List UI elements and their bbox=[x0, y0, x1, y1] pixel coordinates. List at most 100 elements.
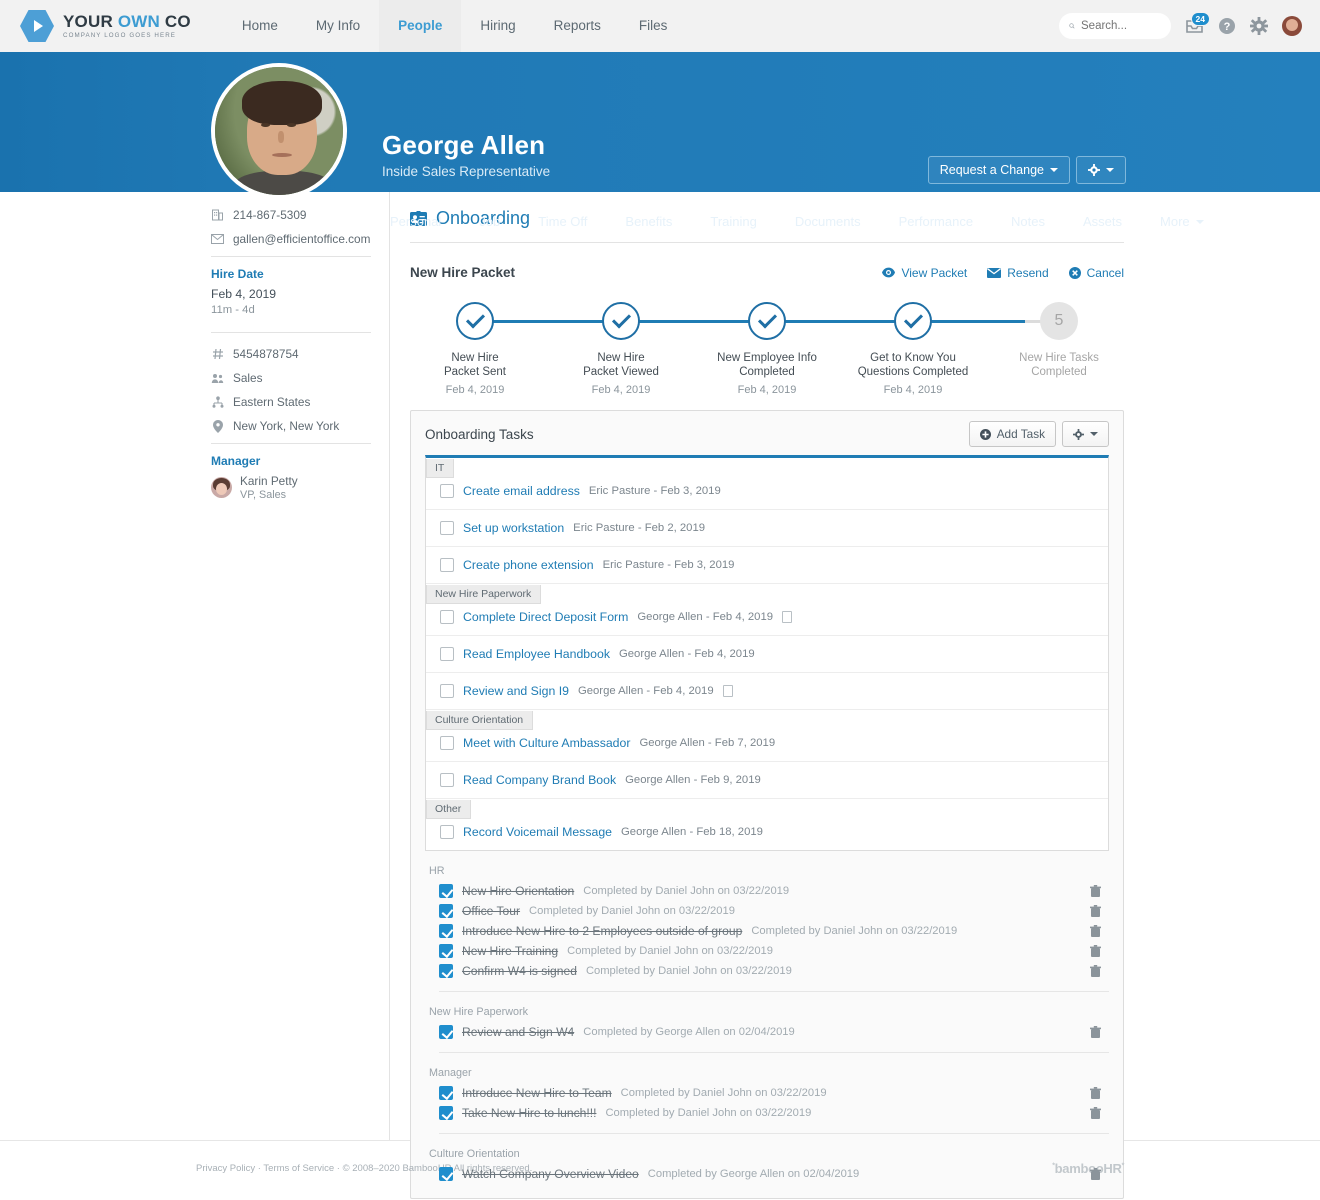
cancel-icon bbox=[1068, 266, 1081, 279]
task-checkbox[interactable] bbox=[440, 736, 454, 750]
open-tasks-panel: IT Create email address Eric Pasture - F… bbox=[425, 455, 1109, 851]
nav-item-files[interactable]: Files bbox=[620, 0, 687, 52]
completed-task-row[interactable]: Office Tour Completed by Daniel John on … bbox=[425, 901, 1109, 921]
main-content: Onboarding New Hire Packet View Packet R… bbox=[390, 192, 1320, 1199]
search-input[interactable] bbox=[1081, 20, 1161, 32]
tasks-settings-button[interactable] bbox=[1062, 421, 1109, 447]
task-name[interactable]: Complete Direct Deposit Form bbox=[463, 610, 628, 624]
delete-icon[interactable] bbox=[1090, 944, 1101, 958]
task-row[interactable]: Meet with Culture Ambassador George Alle… bbox=[426, 730, 1108, 761]
completed-task-row[interactable]: Review and Sign W4 Completed by George A… bbox=[425, 1022, 1109, 1042]
terms-of-service-link[interactable]: Terms of Service bbox=[263, 1163, 334, 1174]
nav-item-people[interactable]: People bbox=[379, 0, 462, 52]
task-name[interactable]: Record Voicemail Message bbox=[463, 825, 612, 839]
privacy-policy-link[interactable]: Privacy Policy bbox=[196, 1163, 255, 1174]
completed-task-row[interactable]: Introduce New Hire to Team Completed by … bbox=[425, 1083, 1109, 1103]
task-checkbox-checked[interactable] bbox=[439, 1086, 453, 1100]
nav-item-reports[interactable]: Reports bbox=[535, 0, 620, 52]
delete-icon[interactable] bbox=[1090, 1106, 1101, 1120]
company-logo[interactable]: YOUR OWN CO COMPANY LOGO GOES HERE bbox=[20, 9, 191, 43]
help-button[interactable]: ? bbox=[1218, 17, 1236, 35]
task-name[interactable]: Read Employee Handbook bbox=[463, 647, 610, 661]
resend-button[interactable]: Resend bbox=[987, 266, 1049, 280]
completed-task-name: New Hire Orientation bbox=[462, 884, 575, 898]
nav-item-hiring[interactable]: Hiring bbox=[461, 0, 534, 52]
profile-settings-button[interactable] bbox=[1076, 156, 1126, 184]
search-box[interactable] bbox=[1059, 13, 1171, 39]
document-icon[interactable] bbox=[722, 685, 733, 697]
tab-performance[interactable]: Performance bbox=[880, 214, 992, 229]
completed-task-row[interactable]: Watch Company Overview Video Completed b… bbox=[425, 1164, 1109, 1184]
delete-icon[interactable] bbox=[1090, 924, 1101, 938]
settings-button[interactable] bbox=[1250, 17, 1268, 35]
user-avatar[interactable] bbox=[1282, 16, 1302, 36]
add-task-button[interactable]: Add Task bbox=[968, 421, 1056, 447]
task-name[interactable]: Set up workstation bbox=[463, 521, 564, 535]
task-row[interactable]: Read Company Brand Book George Allen - F… bbox=[426, 761, 1108, 798]
nav-item-my-info[interactable]: My Info bbox=[297, 0, 379, 52]
task-name[interactable]: Create phone extension bbox=[463, 558, 594, 572]
task-row[interactable]: Create email address Eric Pasture - Feb … bbox=[426, 478, 1108, 509]
tab-job[interactable]: Job bbox=[460, 214, 519, 229]
task-row[interactable]: Create phone extension Eric Pasture - Fe… bbox=[426, 546, 1108, 583]
task-checkbox-checked[interactable] bbox=[439, 1106, 453, 1120]
task-checkbox-checked[interactable] bbox=[439, 884, 453, 898]
view-packet-button[interactable]: View Packet bbox=[882, 266, 967, 280]
task-row[interactable]: Read Employee Handbook George Allen - Fe… bbox=[426, 635, 1108, 672]
task-checkbox[interactable] bbox=[440, 773, 454, 787]
task-row[interactable]: Record Voicemail Message George Allen - … bbox=[426, 819, 1108, 850]
eye-icon bbox=[882, 267, 896, 278]
task-checkbox-checked[interactable] bbox=[439, 944, 453, 958]
nav-item-home[interactable]: Home bbox=[223, 0, 297, 52]
completed-task-row[interactable]: Introduce New Hire to 2 Employees outsid… bbox=[425, 921, 1109, 941]
tab-assets[interactable]: Assets bbox=[1064, 214, 1141, 229]
tab-time-off[interactable]: Time Off bbox=[519, 214, 606, 229]
task-checkbox[interactable] bbox=[440, 521, 454, 535]
task-checkbox-checked[interactable] bbox=[439, 964, 453, 978]
delete-icon[interactable] bbox=[1090, 1086, 1101, 1100]
completed-task-row[interactable]: New Hire Training Completed by Daniel Jo… bbox=[425, 941, 1109, 961]
delete-icon[interactable] bbox=[1090, 964, 1101, 978]
task-checkbox[interactable] bbox=[440, 558, 454, 572]
inbox-button[interactable]: 24 bbox=[1185, 11, 1210, 35]
task-checkbox[interactable] bbox=[440, 610, 454, 624]
sidebar-phone: 214-867-5309 bbox=[233, 208, 307, 222]
tab-training[interactable]: Training bbox=[691, 214, 775, 229]
completed-task-row[interactable]: New Hire Orientation Completed by Daniel… bbox=[425, 881, 1109, 901]
delete-icon[interactable] bbox=[1090, 1025, 1101, 1039]
tab-personal[interactable]: Personal bbox=[382, 214, 460, 229]
sidebar-location: New York, New York bbox=[233, 419, 340, 433]
task-checkbox-checked[interactable] bbox=[439, 1025, 453, 1039]
task-name[interactable]: Meet with Culture Ambassador bbox=[463, 736, 630, 750]
cancel-button[interactable]: Cancel bbox=[1068, 266, 1124, 280]
task-meta: George Allen - Feb 18, 2019 bbox=[621, 826, 763, 838]
request-a-change-button[interactable]: Request a Change bbox=[927, 156, 1070, 184]
delete-icon[interactable] bbox=[1090, 904, 1101, 918]
task-checkbox[interactable] bbox=[440, 484, 454, 498]
logo-title: YOUR OWN CO bbox=[63, 11, 191, 31]
task-row[interactable]: Set up workstation Eric Pasture - Feb 2,… bbox=[426, 509, 1108, 546]
task-checkbox-checked[interactable] bbox=[439, 924, 453, 938]
tab-benefits[interactable]: Benefits bbox=[606, 214, 691, 229]
task-name[interactable]: Read Company Brand Book bbox=[463, 773, 616, 787]
task-checkbox[interactable] bbox=[440, 647, 454, 661]
task-name[interactable]: Review and Sign I9 bbox=[463, 684, 569, 698]
completed-task-row[interactable]: Take New Hire to lunch!!! Completed by D… bbox=[425, 1103, 1109, 1123]
document-icon[interactable] bbox=[782, 611, 793, 623]
tab-documents[interactable]: Documents bbox=[776, 214, 880, 229]
completed-task-meta: Completed by Daniel John on 03/22/2019 bbox=[585, 965, 792, 977]
delete-icon[interactable] bbox=[1090, 884, 1101, 898]
tab-more[interactable]: More bbox=[1141, 214, 1223, 229]
manager-card[interactable]: Karin Petty VP, Sales bbox=[211, 474, 371, 501]
task-row[interactable]: Complete Direct Deposit Form George Alle… bbox=[426, 604, 1108, 635]
task-checkbox[interactable] bbox=[440, 825, 454, 839]
task-name[interactable]: Create email address bbox=[463, 484, 580, 498]
task-checkbox-checked[interactable] bbox=[439, 904, 453, 918]
delete-icon[interactable] bbox=[1090, 1167, 1101, 1181]
task-checkbox[interactable] bbox=[440, 684, 454, 698]
tab-notes[interactable]: Notes bbox=[992, 214, 1064, 229]
task-row[interactable]: Review and Sign I9 George Allen - Feb 4,… bbox=[426, 672, 1108, 709]
sidebar-email[interactable]: gallen@efficientoffice.com bbox=[233, 232, 370, 246]
completed-task-row[interactable]: Confirm W4 is signed Completed by Daniel… bbox=[425, 961, 1109, 981]
task-checkbox-checked[interactable] bbox=[439, 1167, 453, 1181]
